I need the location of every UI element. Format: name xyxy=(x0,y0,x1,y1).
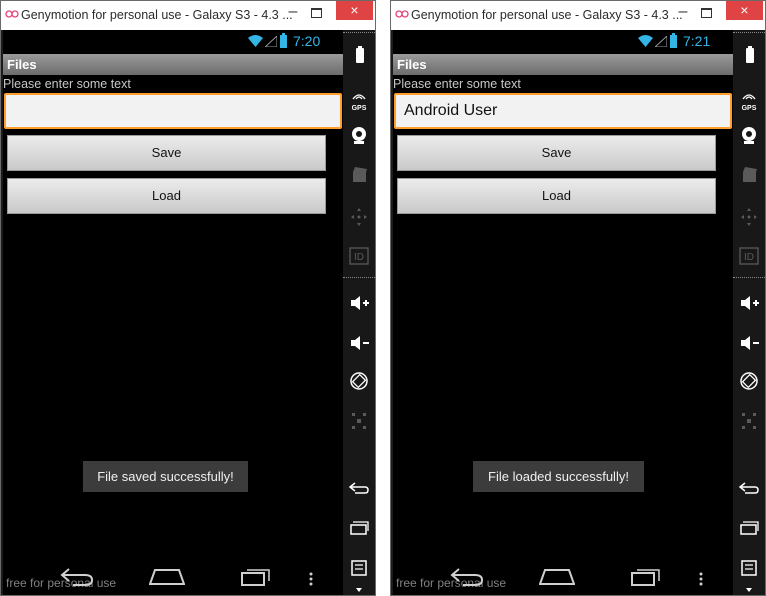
pixel-perfect-icon[interactable] xyxy=(343,412,375,430)
gps-button[interactable]: GPS xyxy=(343,87,375,113)
emulator-window-left: Genymotion for personal use - Galaxy S3 … xyxy=(0,0,376,596)
action-bar: Files xyxy=(393,54,733,75)
panel-separator xyxy=(343,277,375,278)
status-bar: 7:21 xyxy=(393,30,733,54)
clapper-icon[interactable] xyxy=(733,167,765,183)
maximize-button[interactable] xyxy=(701,8,712,18)
panel-separator xyxy=(733,32,765,33)
genymotion-side-panel: GPS ID xyxy=(733,30,765,595)
genymotion-logo-icon xyxy=(395,10,409,18)
panel-separator xyxy=(733,277,765,278)
back-icon[interactable] xyxy=(343,481,375,495)
nav-home-icon[interactable] xyxy=(149,569,185,585)
clapper-icon[interactable] xyxy=(343,167,375,183)
back-icon[interactable] xyxy=(733,481,765,495)
gps-label: GPS xyxy=(351,105,367,112)
status-bar: 7:20 xyxy=(3,30,343,54)
signal-icon xyxy=(655,36,667,47)
close-button[interactable]: × xyxy=(336,1,373,20)
battery-widget-icon[interactable] xyxy=(733,46,765,64)
volume-up-icon[interactable] xyxy=(343,295,375,311)
id-icon[interactable]: ID xyxy=(343,247,375,265)
save-button[interactable]: Save xyxy=(7,135,326,171)
menu-icon[interactable] xyxy=(733,560,765,576)
scroll-down-icon[interactable] xyxy=(733,586,765,594)
minimize-button[interactable]: – xyxy=(285,4,301,23)
text-input[interactable]: Android User xyxy=(394,93,732,129)
text-input[interactable] xyxy=(4,93,342,129)
toast-message: File saved successfully! xyxy=(83,461,248,492)
volume-down-icon[interactable] xyxy=(343,335,375,351)
battery-icon xyxy=(280,33,287,48)
wifi-icon xyxy=(638,35,653,47)
load-button[interactable]: Load xyxy=(397,178,716,214)
pixel-perfect-icon[interactable] xyxy=(733,412,765,430)
nav-back-icon[interactable] xyxy=(59,565,95,587)
nav-menu-icon[interactable] xyxy=(698,571,704,587)
gps-icon xyxy=(742,94,756,100)
volume-up-icon[interactable] xyxy=(733,295,765,311)
signal-icon xyxy=(265,36,277,47)
genymotion-logo-icon xyxy=(5,10,19,18)
nav-recent-apps-icon[interactable] xyxy=(631,568,661,586)
recent-apps-icon[interactable] xyxy=(343,521,375,535)
wifi-icon xyxy=(248,35,263,47)
nav-home-icon[interactable] xyxy=(539,569,575,585)
status-time: 7:20 xyxy=(293,33,321,49)
toast-message: File loaded successfully! xyxy=(473,461,644,492)
recent-apps-icon[interactable] xyxy=(733,521,765,535)
window-title: Genymotion for personal use - Galaxy S3 … xyxy=(21,8,293,22)
gps-label: GPS xyxy=(741,105,757,112)
app-title: Files xyxy=(397,57,427,72)
dpad-icon[interactable] xyxy=(343,208,375,226)
battery-icon xyxy=(670,33,677,48)
emulator-window-right: Genymotion for personal use - Galaxy S3 … xyxy=(390,0,766,596)
device-screen: 7:21 Files Please enter some text Androi… xyxy=(393,30,733,595)
volume-down-icon[interactable] xyxy=(733,335,765,351)
app-title: Files xyxy=(7,57,37,72)
genymotion-side-panel: GPS ID xyxy=(343,30,375,595)
device-screen: 7:20 Files Please enter some text Save L… xyxy=(3,30,343,595)
prompt-label: Please enter some text xyxy=(393,77,521,91)
nav-back-icon[interactable] xyxy=(449,565,485,587)
id-label: ID xyxy=(354,252,364,263)
menu-icon[interactable] xyxy=(343,560,375,576)
window-title: Genymotion for personal use - Galaxy S3 … xyxy=(411,8,683,22)
window-titlebar[interactable]: Genymotion for personal use - Galaxy S3 … xyxy=(391,1,765,30)
battery-widget-icon[interactable] xyxy=(343,46,375,64)
id-label: ID xyxy=(744,252,754,263)
maximize-button[interactable] xyxy=(311,8,322,18)
minimize-button[interactable]: – xyxy=(675,4,691,23)
rotate-icon[interactable] xyxy=(343,371,375,391)
gps-button[interactable]: GPS xyxy=(733,87,765,113)
id-icon[interactable]: ID xyxy=(733,247,765,265)
nav-recent-apps-icon[interactable] xyxy=(241,568,271,586)
dpad-icon[interactable] xyxy=(733,208,765,226)
nav-menu-icon[interactable] xyxy=(308,571,314,587)
prompt-label: Please enter some text xyxy=(3,77,131,91)
status-time: 7:21 xyxy=(683,33,711,49)
close-button[interactable]: × xyxy=(726,1,763,20)
rotate-icon[interactable] xyxy=(733,371,765,391)
webcam-icon[interactable] xyxy=(343,126,375,144)
save-button[interactable]: Save xyxy=(397,135,716,171)
window-titlebar[interactable]: Genymotion for personal use - Galaxy S3 … xyxy=(1,1,375,30)
scroll-down-icon[interactable] xyxy=(343,586,375,594)
webcam-icon[interactable] xyxy=(733,126,765,144)
action-bar: Files xyxy=(3,54,343,75)
gps-icon xyxy=(352,94,366,100)
load-button[interactable]: Load xyxy=(7,178,326,214)
panel-separator xyxy=(343,32,375,33)
